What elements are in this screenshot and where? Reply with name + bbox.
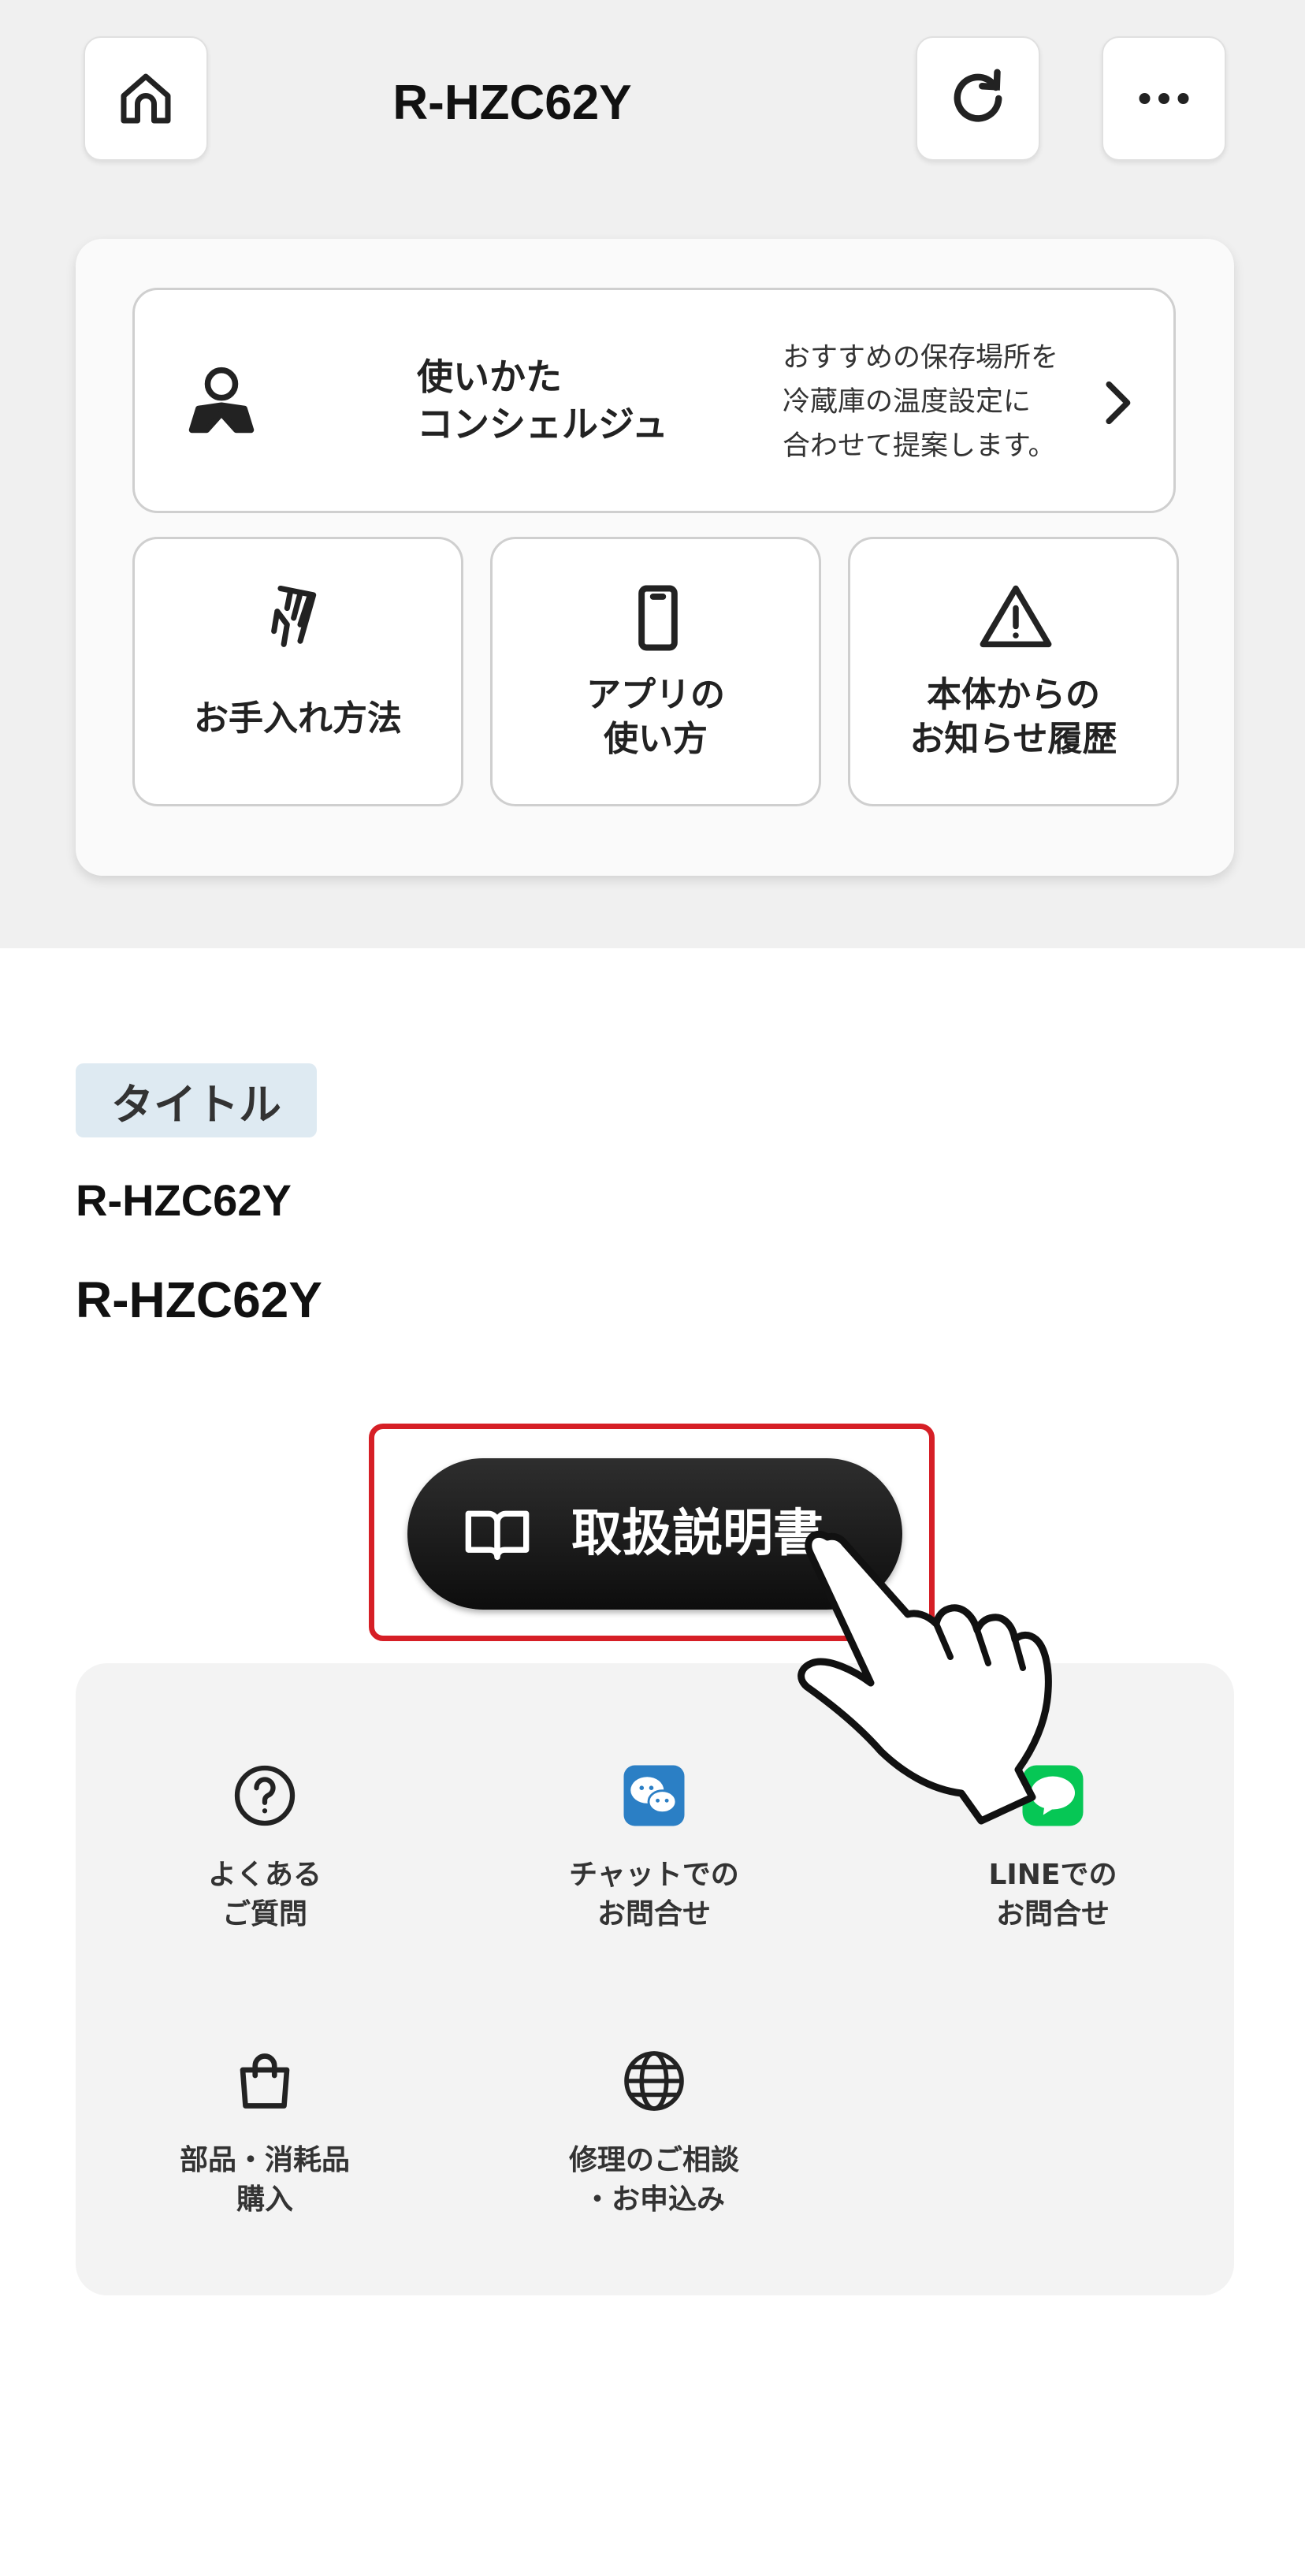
support-chat[interactable]: チャットでの お問合せ [504, 1763, 804, 1936]
support-faq-label: よくある ご質問 [207, 1859, 322, 1930]
page-title: R-HZC62Y [392, 75, 632, 130]
manual-button-label: 取扱説明書 [571, 1505, 824, 1563]
tile-care[interactable]: お手入れ方法 [132, 537, 463, 806]
concierge-title: 使いかた コンシェルジュ [417, 356, 668, 445]
support-repair-label: 修理のご相談 ・お申込み [568, 2144, 739, 2216]
concierge-card[interactable]: 使いかた コンシェルジュ おすすめの保存場所を 冷蔵庫の温度設定に 合わせて提案… [132, 288, 1176, 513]
tile-notifications-label: 本体からの お知らせ履歴 [909, 675, 1117, 759]
model-name: R-HZC62Y [76, 1175, 292, 1225]
home-icon [121, 73, 171, 124]
person-icon [188, 367, 255, 434]
support-chat-label: チャットでの お問合せ [569, 1859, 739, 1930]
globe-icon [624, 2051, 684, 2111]
cleaning-icon [271, 585, 317, 647]
tile-care-label: お手入れ方法 [194, 698, 402, 739]
refresh-button[interactable] [916, 36, 1040, 161]
support-repair[interactable]: 修理のご相談 ・お申込み [504, 2048, 804, 2221]
shopping-bag-icon [240, 2053, 290, 2109]
home-button[interactable] [84, 36, 208, 161]
support-parts[interactable]: 部品・消耗品 購入 [115, 2048, 415, 2221]
title-tag: タイトル [76, 1063, 317, 1137]
menu-card: 使いかた コンシェルジュ おすすめの保存場所を 冷蔵庫の温度設定に 合わせて提案… [76, 239, 1234, 876]
pointing-hand-icon [798, 1530, 1052, 1825]
smartphone-icon [638, 585, 678, 651]
refresh-icon [954, 69, 1002, 122]
support-faq[interactable]: よくある ご質問 [115, 1763, 415, 1936]
chevron-right-icon [1106, 381, 1131, 425]
support-parts-label: 部品・消耗品 購入 [179, 2144, 350, 2216]
more-button[interactable] [1102, 36, 1226, 161]
book-icon [465, 1510, 530, 1560]
model-number: R-HZC62Y [76, 1271, 322, 1328]
warning-icon [980, 585, 1052, 648]
tile-app-guide[interactable]: アプリの 使い方 [490, 537, 821, 806]
support-line-label: LINEでの お問合せ [988, 1859, 1117, 1930]
tile-notifications[interactable]: 本体からの お知らせ履歴 [848, 537, 1179, 806]
concierge-description: おすすめの保存場所を 冷蔵庫の温度設定に 合わせて提案します。 [783, 342, 1059, 462]
tile-app-guide-label: アプリの 使い方 [586, 675, 725, 759]
question-icon [234, 1765, 296, 1826]
more-icon [1139, 93, 1189, 104]
chat-icon [623, 1765, 685, 1826]
